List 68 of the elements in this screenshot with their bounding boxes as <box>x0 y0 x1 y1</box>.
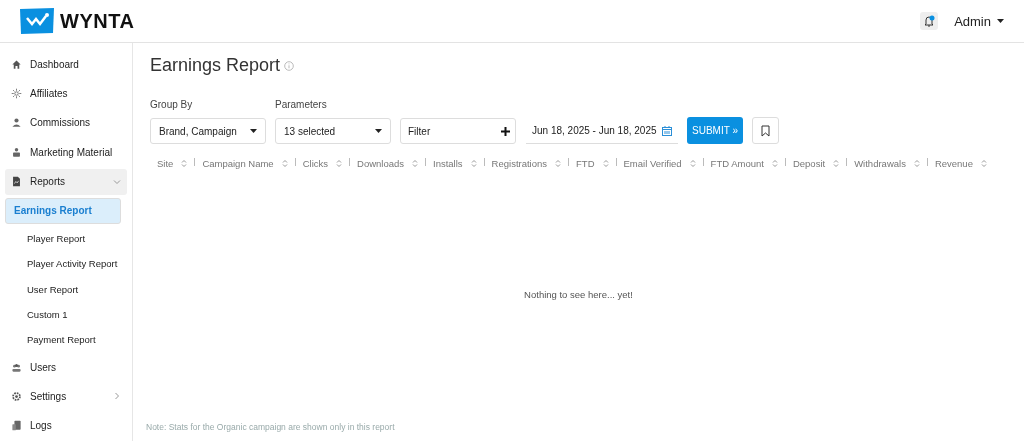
column-header[interactable]: Campaign Name <box>202 158 274 169</box>
info-icon[interactable] <box>284 60 295 71</box>
sort-icon[interactable] <box>181 159 188 168</box>
sort-icon[interactable] <box>412 159 418 168</box>
calendar-icon[interactable] <box>661 125 672 136</box>
sort-icon[interactable] <box>771 159 778 168</box>
page-title: Earnings Report <box>150 55 281 76</box>
plus-icon[interactable] <box>501 126 510 136</box>
bookmark-icon <box>761 124 770 137</box>
logo: WYNTA <box>20 8 135 34</box>
caret-icon <box>997 19 1004 23</box>
sort-icon[interactable] <box>470 159 477 168</box>
empty-message: Nothing to see here... yet! <box>523 289 634 300</box>
column-header[interactable]: Registrations <box>491 158 548 169</box>
sidebar-item[interactable]: Users <box>5 354 127 381</box>
column-header[interactable]: Revenue <box>934 158 973 169</box>
gear-icon <box>11 390 22 402</box>
sidebar-item[interactable]: Settings <box>5 383 127 410</box>
home-icon <box>11 58 22 70</box>
bookmark-button[interactable] <box>752 117 779 144</box>
sidebar-item[interactable]: Marketing Material <box>5 139 127 166</box>
sort-icon[interactable] <box>980 159 987 168</box>
chevron-icon <box>113 177 121 186</box>
files-icon <box>11 420 22 432</box>
sidebar-item[interactable]: Reports <box>5 168 127 195</box>
sidebar-subitem[interactable]: Player Activity Report <box>5 253 127 275</box>
person-icon <box>11 117 22 129</box>
sidebar-item[interactable]: Commissions <box>5 109 127 136</box>
user-menu[interactable]: Admin <box>954 13 1004 29</box>
notification-bell-icon[interactable] <box>920 12 939 30</box>
column-header[interactable]: Deposit <box>792 158 826 169</box>
sidebar-subitem[interactable]: Player Report <box>5 228 127 250</box>
sidebar-item[interactable]: Affiliates <box>5 80 127 107</box>
column-header[interactable]: Downloads <box>357 158 404 169</box>
group-by-select[interactable]: Brand, Campaign <box>150 118 266 144</box>
column-header[interactable]: Site <box>157 158 174 169</box>
sidebar-subitem[interactable]: Earnings Report <box>5 197 121 224</box>
field-label: Parameters <box>275 99 328 110</box>
column-header[interactable]: Clicks <box>302 158 328 169</box>
column-header[interactable]: Email Verified <box>623 158 682 169</box>
column-header[interactable]: Withdrawals <box>854 158 906 169</box>
date-range-field[interactable]: Jun 18, 2025 - Jun 18, 2025 <box>526 118 678 144</box>
sort-icon[interactable] <box>833 159 840 168</box>
sidebar-item[interactable]: Logs <box>5 412 127 439</box>
sort-icon[interactable] <box>689 159 696 168</box>
filter-field[interactable]: Filter <box>400 118 516 144</box>
column-header[interactable]: Installs <box>433 158 463 169</box>
field-label: Group By <box>150 99 194 110</box>
sun-icon <box>11 87 22 99</box>
sidebar-subitem[interactable]: Payment Report <box>5 328 127 350</box>
sort-icon[interactable] <box>281 159 288 168</box>
person-icon <box>11 146 22 158</box>
people-icon <box>11 361 22 373</box>
sort-icon[interactable] <box>336 159 342 168</box>
document-icon <box>11 176 22 188</box>
caret-icon <box>250 129 257 133</box>
caret-icon <box>375 129 382 133</box>
column-header[interactable]: FTD Amount <box>710 158 764 169</box>
sort-icon[interactable] <box>913 159 920 168</box>
footnote: Note: Stats for the Organic campaign are shown only in this report <box>146 422 395 432</box>
parameters-select[interactable]: 13 selected <box>275 118 391 144</box>
column-header[interactable]: FTD <box>576 158 595 169</box>
chevron-icon <box>113 392 121 401</box>
sidebar-subitem[interactable]: Custom 1 <box>5 303 127 325</box>
sort-icon[interactable] <box>602 159 609 168</box>
sort-icon[interactable] <box>555 159 562 168</box>
sidebar-subitem[interactable]: User Report <box>5 278 127 300</box>
sidebar-item[interactable]: Dashboard <box>5 51 127 77</box>
